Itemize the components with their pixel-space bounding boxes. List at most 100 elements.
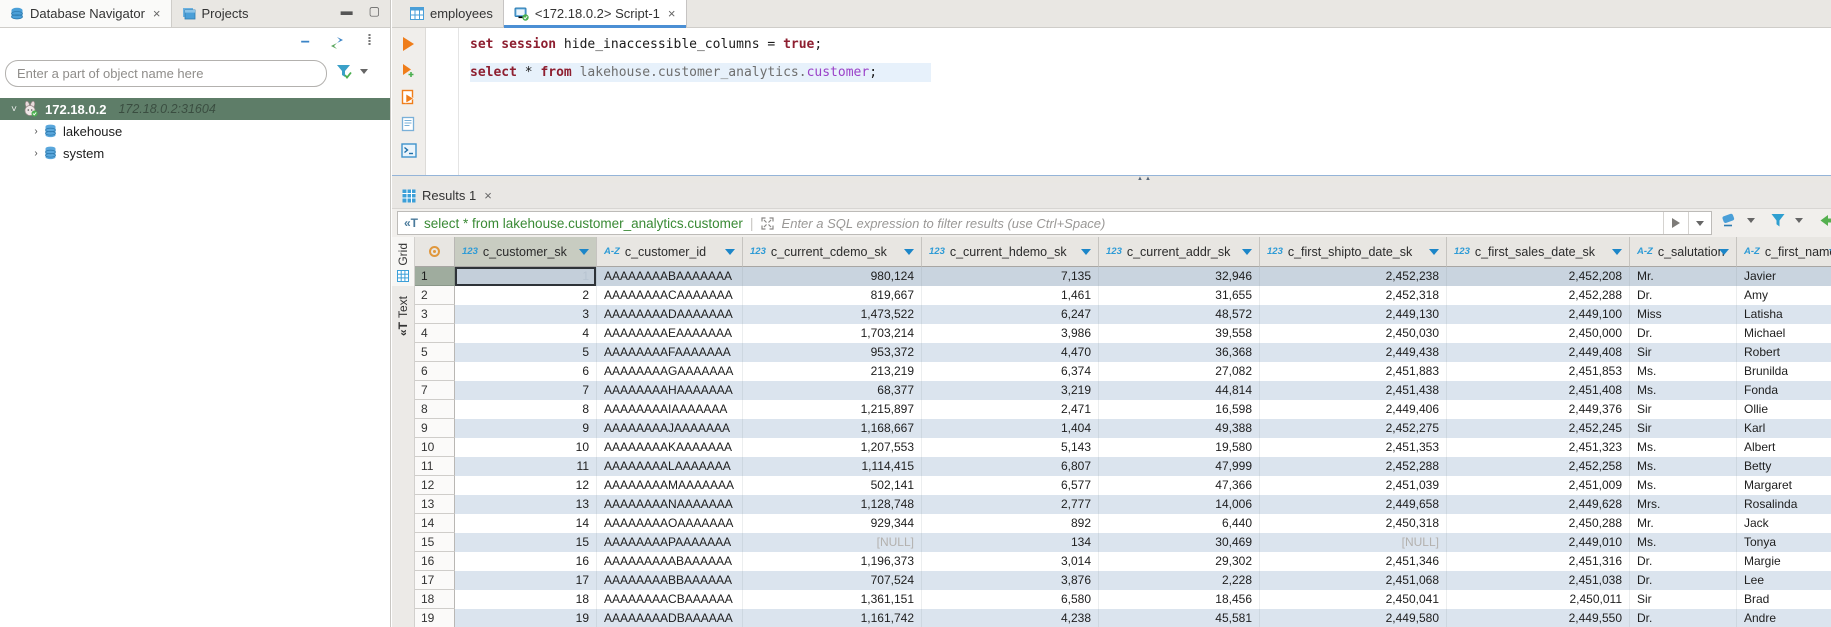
grid-cell[interactable]: 2,449,550 (1447, 609, 1630, 627)
tab-database-navigator[interactable]: Database Navigator × (0, 0, 172, 27)
grid-cell[interactable]: AAAAAAAALAAAAAAA (597, 457, 743, 476)
grid-cell[interactable]: Rosalinda (1737, 495, 1831, 514)
grid-cell[interactable]: 953,372 (743, 343, 922, 362)
sort-dropdown-icon[interactable] (1429, 249, 1439, 255)
grid-cell[interactable]: 30,469 (1099, 533, 1260, 552)
grid-cell[interactable]: 47,366 (1099, 476, 1260, 495)
grid-cell[interactable]: 2,450,011 (1447, 590, 1630, 609)
grid-cell[interactable]: AAAAAAAAGAAAAAAA (597, 362, 743, 381)
grid-cell[interactable]: 2,449,658 (1260, 495, 1447, 514)
row-number[interactable]: 13 (415, 495, 455, 514)
sort-dropdown-icon[interactable] (579, 249, 589, 255)
grid-cell[interactable]: 11 (455, 457, 597, 476)
grid-cell[interactable]: 2,451,408 (1447, 381, 1630, 400)
maximize-icon[interactable]: ▢ (369, 4, 380, 18)
view-tab-grid[interactable]: Grid (392, 237, 414, 286)
grid-cell[interactable]: 2,451,853 (1447, 362, 1630, 381)
sort-dropdown-icon[interactable] (904, 249, 914, 255)
grid-cell[interactable]: Fonda (1737, 381, 1831, 400)
grid-cell[interactable]: 16,598 (1099, 400, 1260, 419)
grid-cell[interactable]: 2,452,258 (1447, 457, 1630, 476)
grid-cell[interactable]: 1,361,151 (743, 590, 922, 609)
grid-cell[interactable]: Ms. (1630, 362, 1737, 381)
chevron-right-icon[interactable]: › (28, 148, 44, 159)
grid-cell[interactable]: 707,524 (743, 571, 922, 590)
grid-cell[interactable]: 16 (455, 552, 597, 571)
grid-cell[interactable]: 929,344 (743, 514, 922, 533)
grid-cell[interactable]: Dr. (1630, 552, 1737, 571)
grid-cell[interactable]: 2,450,030 (1260, 324, 1447, 343)
code-area[interactable]: set session hide_inaccessible_columns = … (426, 28, 1831, 175)
grid-cell[interactable]: 1,114,415 (743, 457, 922, 476)
menu-dots-icon[interactable]: ⁞ (367, 32, 372, 49)
grid-cell[interactable]: 6,577 (922, 476, 1099, 495)
grid-cell[interactable]: 3,014 (922, 552, 1099, 571)
grid-cell[interactable]: AAAAAAAABBAAAAAA (597, 571, 743, 590)
row-number[interactable]: 18 (415, 590, 455, 609)
grid-cell[interactable]: 2,449,580 (1260, 609, 1447, 627)
grid-cell[interactable]: 27,082 (1099, 362, 1260, 381)
grid-cell[interactable]: 39,558 (1099, 324, 1260, 343)
grid-cell[interactable]: Betty (1737, 457, 1831, 476)
grid-cell[interactable]: 2,452,288 (1447, 286, 1630, 305)
grid-cell[interactable]: 2,451,039 (1260, 476, 1447, 495)
row-number[interactable]: 4 (415, 324, 455, 343)
tree-item-system[interactable]: › system (0, 142, 390, 164)
grid-cell[interactable]: 1,404 (922, 419, 1099, 438)
grid-cell[interactable]: AAAAAAAAABAAAAAA (597, 552, 743, 571)
grid-cell[interactable]: 32,946 (1099, 267, 1260, 286)
link-editor-icon[interactable] (328, 36, 346, 50)
grid-cell[interactable]: Mrs. (1630, 495, 1737, 514)
row-number[interactable]: 1 (415, 267, 455, 286)
grid-cell[interactable]: Ms. (1630, 438, 1737, 457)
grid-cell[interactable]: 4,470 (922, 343, 1099, 362)
grid-cell[interactable]: Robert (1737, 343, 1831, 362)
grid-cell[interactable]: 14,006 (1099, 495, 1260, 514)
sort-dropdown-icon[interactable] (1242, 249, 1252, 255)
grid-cell[interactable]: 2,449,406 (1260, 400, 1447, 419)
grid-cell[interactable]: 1,215,897 (743, 400, 922, 419)
chevron-down-icon[interactable] (1747, 218, 1755, 223)
grid-corner-cell[interactable] (415, 237, 455, 267)
grid-cell[interactable]: 19 (455, 609, 597, 627)
row-number[interactable]: 15 (415, 533, 455, 552)
grid-cell[interactable]: 17 (455, 571, 597, 590)
grid-cell[interactable]: AAAAAAAADAAAAAAA (597, 305, 743, 324)
tree-item-connection[interactable]: ˅ 172.18.0.2 172.18.0.2:31604 (0, 98, 390, 120)
collapse-all-icon[interactable]: − (301, 34, 310, 52)
filter-input[interactable]: «T select * from lakehouse.customer_anal… (397, 211, 1712, 235)
grid-cell[interactable]: 1,128,748 (743, 495, 922, 514)
grid-cell[interactable]: 2,449,130 (1260, 305, 1447, 324)
grid-cell[interactable]: Miss (1630, 305, 1737, 324)
filter-history-dropdown-icon[interactable] (1688, 212, 1711, 234)
grid-cell[interactable]: Dr. (1630, 324, 1737, 343)
grid-cell[interactable]: 4 (455, 324, 597, 343)
grid-cell[interactable]: 3,986 (922, 324, 1099, 343)
grid-cell[interactable]: 6,374 (922, 362, 1099, 381)
grid-cell[interactable]: 2,451,438 (1260, 381, 1447, 400)
sort-dropdown-icon[interactable] (1719, 249, 1729, 255)
grid-cell[interactable]: AAAAAAAAPAAAAAAA (597, 533, 743, 552)
column-header-c_customer_id[interactable]: A-Zc_customer_id (597, 237, 743, 267)
grid-cell[interactable]: 6,247 (922, 305, 1099, 324)
grid-cell[interactable]: 10 (455, 438, 597, 457)
grid-cell[interactable]: 2,451,009 (1447, 476, 1630, 495)
row-number[interactable]: 5 (415, 343, 455, 362)
splitter-grip-icon[interactable]: ▲▲ (1137, 176, 1153, 182)
object-search-input[interactable]: Enter a part of object name here (5, 60, 327, 87)
grid-cell[interactable]: Andre (1737, 609, 1831, 627)
grid-cell[interactable]: Karl (1737, 419, 1831, 438)
grid-cell[interactable]: Amy (1737, 286, 1831, 305)
grid-cell[interactable]: 47,999 (1099, 457, 1260, 476)
code-line-2[interactable]: select * from lakehouse.customer_analyti… (470, 65, 931, 80)
grid-cell[interactable]: 134 (922, 533, 1099, 552)
grid-cell[interactable]: AAAAAAAAOAAAAAAA (597, 514, 743, 533)
grid-cell[interactable]: AAAAAAAACBAAAAAA (597, 590, 743, 609)
expand-filter-icon[interactable] (761, 217, 774, 230)
grid-cell[interactable]: 9 (455, 419, 597, 438)
sql-console-icon[interactable] (401, 143, 417, 158)
row-number[interactable]: 16 (415, 552, 455, 571)
grid-cell[interactable]: Tonya (1737, 533, 1831, 552)
column-header-c_current_addr_sk[interactable]: 123c_current_addr_sk (1099, 237, 1260, 267)
grid-cell[interactable]: 36,368 (1099, 343, 1260, 362)
